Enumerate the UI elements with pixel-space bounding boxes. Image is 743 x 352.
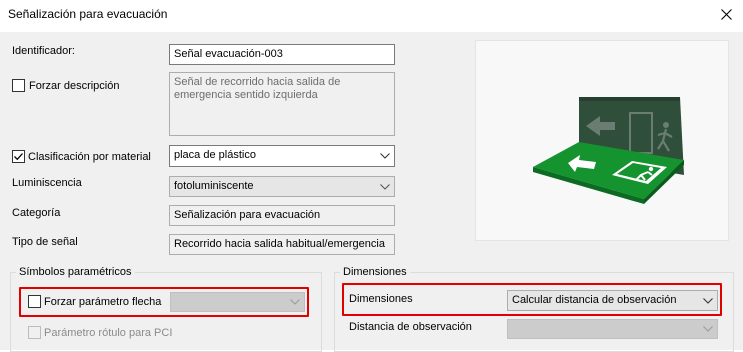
checkmark-icon [14,153,23,161]
identificador-input[interactable]: Señal evacuación-003 [169,44,395,65]
close-button[interactable] [713,2,739,26]
chevron-down-icon [290,299,300,305]
clasificacion-value: placa de plástico [174,149,256,161]
simbolos-title: Símbolos paramétricos [16,266,135,278]
descripcion-textarea[interactable]: Señal de recorrido hacia salida de emerg… [169,72,395,136]
chevron-down-icon [703,326,713,332]
luminiscencia-select[interactable]: fotoluminiscente [169,176,395,197]
exit-sign-preview [533,97,684,204]
sign-preview [475,40,729,241]
descripcion-line-2: emergencia sentido izquierda [174,89,318,101]
forzar-descripcion-checkbox[interactable] [12,79,25,92]
identificador-label: Identificador: [12,45,75,57]
forzar-descripcion-label: Forzar descripción [29,80,120,92]
tipo-senal-label: Tipo de señal [12,236,78,248]
distancia-label: Distancia de observación [349,321,472,333]
rotulo-pci-label: Parámetro rótulo para PCI [44,327,173,339]
clasificacion-checkbox[interactable] [12,150,25,163]
chevron-down-icon [703,297,713,304]
chevron-down-icon [380,153,390,159]
luminiscencia-value: fotoluminiscente [174,180,254,192]
dimensiones-label: Dimensiones [349,293,413,305]
luminiscencia-label: Luminiscencia [12,177,82,189]
distancia-select[interactable] [507,319,718,339]
forzar-flecha-select[interactable] [170,292,305,312]
tipo-senal-field: Recorrido hacia salida habitual/emergenc… [169,234,395,255]
chevron-down-icon [380,183,390,190]
categoria-label: Categoría [12,207,61,219]
dimensiones-value: Calcular distancia de observación [512,294,677,306]
window-title: Señalización para evacuación [8,7,168,21]
clasificacion-select[interactable]: placa de plástico [169,145,395,167]
descripcion-line-1: Señal de recorrido hacia salida de [174,76,341,88]
dimensiones-title: Dimensiones [340,266,410,278]
rotulo-pci-checkbox[interactable] [28,326,41,339]
dimensiones-select[interactable]: Calcular distancia de observación [507,290,718,311]
categoria-field: Señalización para evacuación [169,205,395,226]
clasificacion-label: Clasificación por material [28,151,151,163]
forzar-flecha-label: Forzar parámetro flecha [44,296,162,308]
close-icon [720,8,732,20]
forzar-flecha-checkbox[interactable] [28,295,41,308]
